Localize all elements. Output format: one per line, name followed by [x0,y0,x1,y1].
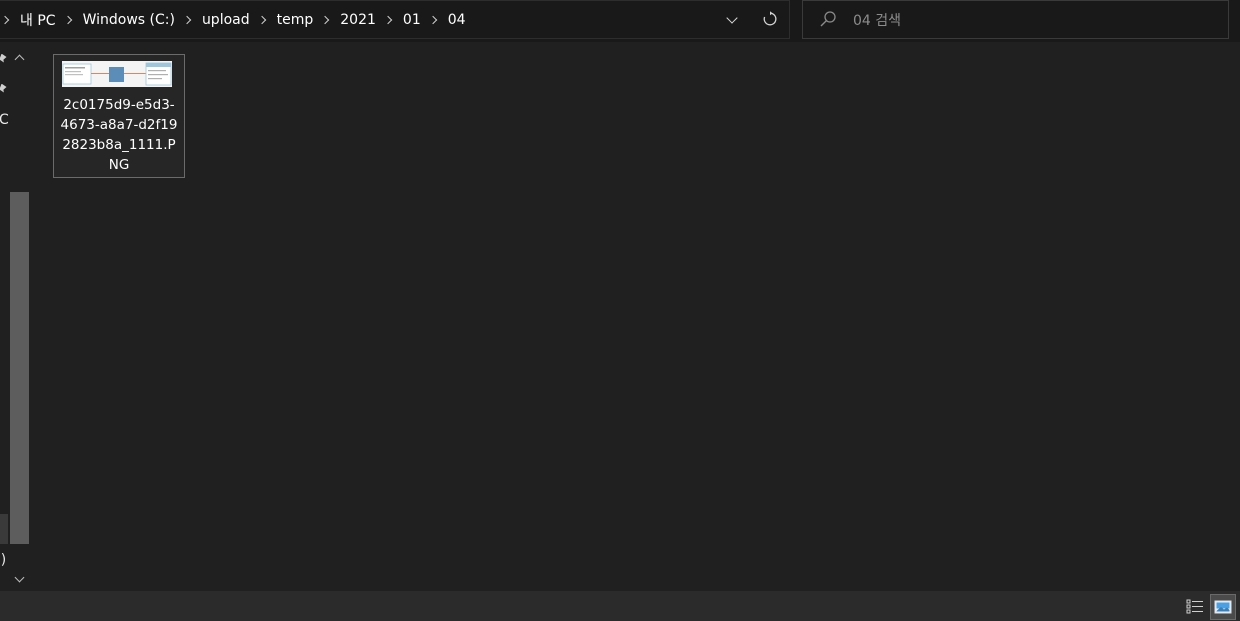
breadcrumb: 내 PC Windows (C:) upload temp 2021 01 04 [0,1,466,38]
chevron-down-icon[interactable] [718,5,746,35]
breadcrumb-item-01[interactable]: 01 [403,12,421,28]
breadcrumb-item-upload[interactable]: upload [202,12,250,28]
breadcrumb-separator-icon[interactable] [259,15,267,25]
breadcrumb-separator-icon[interactable] [385,15,393,25]
breadcrumb-item-temp[interactable]: temp [277,12,314,28]
refresh-icon [763,11,777,26]
large-icons-view-icon [1214,600,1232,614]
pin-icon [0,84,7,93]
large-icons-view-button[interactable] [1210,594,1236,620]
breadcrumb-separator-icon[interactable] [2,15,10,25]
image-thumbnail-icon [62,61,172,87]
file-name-line: 2823b8a_1111.P [62,137,176,153]
pin-icon [0,54,7,63]
search-box[interactable]: 04 검색 [802,0,1229,39]
nav-item-label[interactable]: :) [0,552,6,568]
details-view-icon [1186,599,1203,614]
breadcrumb-item-my-pc[interactable]: 내 PC [20,10,56,30]
refresh-button[interactable] [754,4,786,34]
address-bar[interactable]: 내 PC Windows (C:) upload temp 2021 01 04 [0,0,790,39]
breadcrumb-separator-icon[interactable] [184,15,192,25]
file-thumbnail [62,61,172,87]
file-name-line: NG [108,157,130,173]
file-item[interactable]: 2c0175d9-e5d3- 4673-a8a7-d2f19 2823b8a_1… [53,54,185,178]
breadcrumb-item-windows-c[interactable]: Windows (C:) [83,12,175,28]
file-name: 2c0175d9-e5d3- 4673-a8a7-d2f19 2823b8a_1… [58,95,180,175]
file-name-line: 4673-a8a7-d2f19 [60,117,178,133]
breadcrumb-item-2021[interactable]: 2021 [340,12,376,28]
search-placeholder: 04 검색 [853,13,902,29]
address-toolbar: 내 PC Windows (C:) upload temp 2021 01 04… [0,0,1240,42]
breadcrumb-separator-icon[interactable] [65,15,73,25]
status-bar [0,591,1240,621]
search-icon [820,11,836,27]
file-name-line: 2c0175d9-e5d3- [63,97,175,113]
scrollbar-thumb[interactable] [10,192,29,544]
nav-item-highlight [0,514,8,544]
file-list-area[interactable]: 2c0175d9-e5d3- 4673-a8a7-d2f19 2823b8a_1… [32,42,1240,591]
details-view-button[interactable] [1182,594,1208,620]
breadcrumb-separator-icon[interactable] [430,15,438,25]
scroll-up-icon[interactable] [11,50,27,64]
navigation-pane[interactable]: C :) [0,42,32,591]
breadcrumb-item-04[interactable]: 04 [448,12,466,28]
breadcrumb-separator-icon[interactable] [322,15,330,25]
nav-item-label[interactable]: C [0,112,9,128]
scroll-down-icon[interactable] [11,572,27,586]
